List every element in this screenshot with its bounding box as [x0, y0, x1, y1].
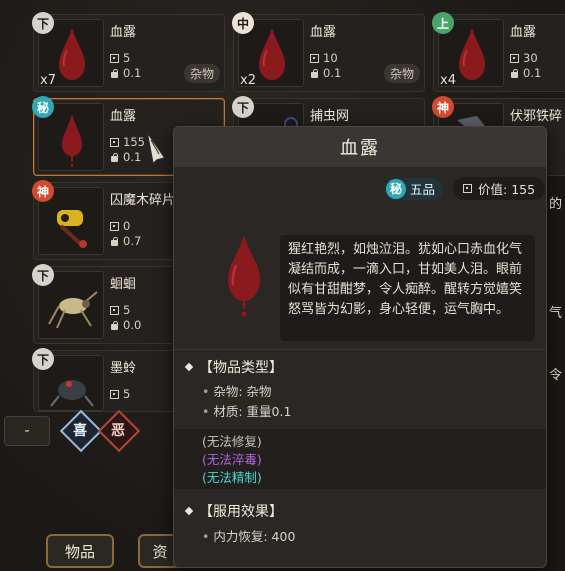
item-weight: 0.7 — [110, 234, 141, 248]
item-name: 血露 — [110, 25, 137, 40]
item-name: 捕虫网 — [310, 109, 350, 124]
item-weight: 0.1 — [110, 150, 141, 164]
partial-label: 的 — [549, 197, 563, 212]
tooltip-meta-row: 秘 五品 价值: 155 — [384, 177, 546, 200]
item-weight: 0.1 — [110, 66, 141, 80]
tooltip-title: 血露 — [174, 127, 546, 167]
weight-icon — [110, 236, 119, 246]
value-pill: 价值: 155 — [453, 177, 546, 200]
grade-badge: 秘 — [386, 178, 406, 199]
grade-pill: 秘 五品 — [384, 177, 444, 200]
diamond-icon — [184, 506, 194, 516]
cursor-quill-icon — [146, 131, 167, 166]
item-value: 0 — [110, 219, 130, 233]
section-item-type: 【物品类型】 — [184, 357, 283, 377]
grade-text: 五品 — [410, 182, 436, 197]
grade-badge: 下 — [32, 264, 54, 286]
item-tooltip: 血露 秘 五品 价值: 155 猩红艳烈，如烛泣泪。犹如心口赤血化气凝结而成，一… — [173, 126, 547, 568]
grade-badge: 上 — [432, 12, 454, 34]
tooltip-item-image — [188, 213, 270, 333]
blood-drop-icon — [228, 235, 260, 317]
section-consume-effect: 【服用效果】 — [184, 501, 283, 521]
value-icon — [110, 389, 119, 399]
item-card[interactable]: 中 血露 10 0.1 x2 杂物 — [232, 12, 425, 92]
weight-icon — [110, 320, 119, 330]
diamond-icon — [184, 362, 194, 372]
item-name: 伏邪铁碎 — [510, 109, 563, 124]
item-weight: 0.1 — [510, 66, 541, 80]
value-icon — [463, 184, 473, 193]
item-card[interactable]: 下 血露 5 0.1 x7 杂物 — [32, 12, 225, 92]
grade-badge: 秘 — [32, 96, 54, 118]
value-icon — [310, 53, 319, 63]
weight-icon — [510, 68, 519, 78]
item-type-tag: 杂物 — [383, 64, 420, 83]
value-icon — [110, 137, 119, 147]
item-name: 血露 — [510, 25, 537, 40]
item-count: x4 — [440, 73, 456, 88]
item-value: 30 — [510, 51, 538, 65]
e-filter-button[interactable]: 恶 — [98, 412, 138, 448]
item-name: 墨蛉 — [110, 361, 137, 376]
filter-minus-button[interactable]: - — [4, 416, 50, 446]
item-card[interactable]: 上 血露 30 0.1 x4 — [432, 12, 565, 92]
grade-badge: 神 — [32, 180, 54, 202]
item-count: x7 — [40, 73, 56, 88]
item-name: 囚魔木碎片 — [110, 193, 176, 208]
item-type-line: 杂物: 杂物 — [202, 381, 271, 400]
weight-icon — [110, 68, 119, 78]
item-value: 5 — [110, 51, 130, 65]
grade-badge: 下 — [32, 348, 54, 370]
weight-icon — [310, 68, 319, 78]
flag-unpoisonable: (无法淬毒) — [202, 452, 262, 467]
grade-badge: 下 — [232, 96, 254, 118]
partial-label: 气 — [549, 306, 563, 321]
item-name: 血露 — [310, 25, 337, 40]
item-material-line: 材质: 重量0.1 — [202, 401, 291, 420]
item-value: 10 — [310, 51, 338, 65]
partial-label: 令 — [549, 368, 563, 383]
item-value: 5 — [110, 303, 130, 317]
effect-line: 内力恢复: 400 — [202, 526, 295, 545]
item-weight: 0.1 — [310, 66, 341, 80]
item-flags: (无法修复) (无法淬毒) (无法精制) — [174, 429, 546, 489]
item-type-tag: 杂物 — [183, 64, 220, 83]
flag-unrefinable: (无法精制) — [202, 470, 262, 485]
grade-badge: 中 — [232, 12, 254, 34]
item-value: 5 — [110, 387, 130, 401]
value-icon — [110, 53, 119, 63]
item-name: 蛔蛔 — [110, 277, 137, 292]
value-icon — [110, 305, 119, 315]
item-count: x2 — [240, 73, 256, 88]
grade-badge: 下 — [32, 12, 54, 34]
item-value: 155 — [110, 135, 145, 149]
weight-icon — [110, 152, 119, 162]
item-description: 猩红艳烈，如烛泣泪。犹如心口赤血化气凝结而成，一滴入口，甘如美人泪。眼前似有甘甜… — [280, 235, 535, 341]
value-text: 价值: 155 — [478, 182, 536, 197]
flag-unrepairable: (无法修复) — [202, 434, 262, 449]
divider — [174, 349, 546, 350]
xi-filter-button[interactable]: 喜 — [60, 412, 100, 448]
item-weight: 0.0 — [110, 318, 141, 332]
item-name: 血露 — [110, 109, 137, 124]
tab-items[interactable]: 物品 — [46, 534, 114, 568]
grade-badge: 神 — [432, 96, 454, 118]
value-icon — [110, 221, 119, 231]
value-icon — [510, 53, 519, 63]
